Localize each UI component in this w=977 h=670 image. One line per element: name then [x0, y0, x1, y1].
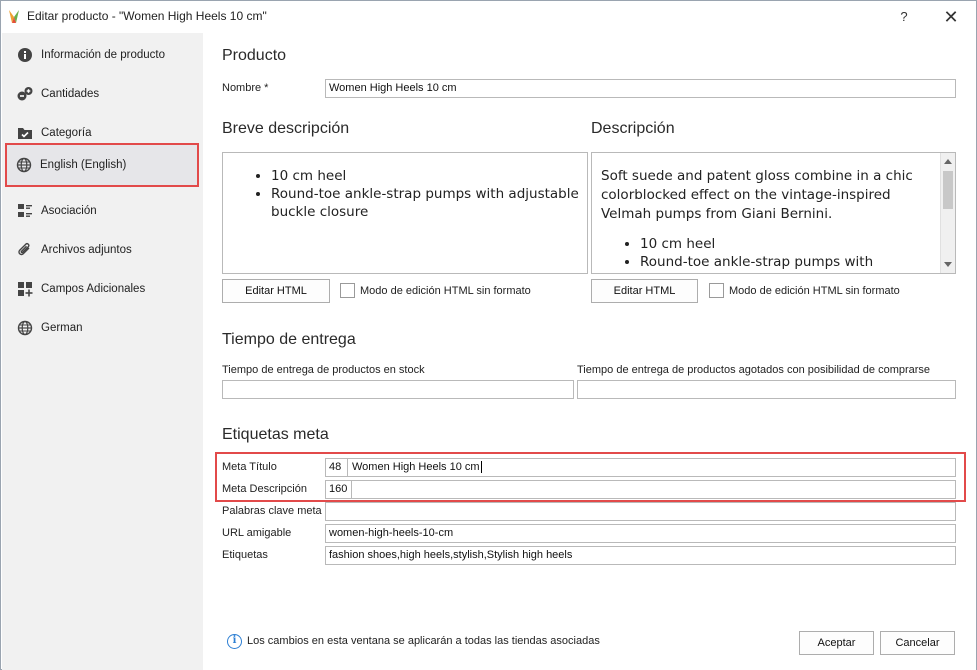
- scroll-up-icon[interactable]: [944, 159, 952, 164]
- desc-edit-html-button[interactable]: Editar HTML: [591, 279, 698, 303]
- url-amigable-input[interactable]: women-high-heels-10-cm: [325, 524, 956, 543]
- url-amigable-label: URL amigable: [222, 527, 292, 539]
- sidebar: Información de producto Cantidades Categ…: [2, 33, 203, 670]
- meta-descripcion-label: Meta Descripción: [222, 483, 307, 495]
- sidebar-item-label: Información de producto: [41, 48, 166, 61]
- short-description-editor[interactable]: 10 cm heel Round-toe ankle-strap pumps w…: [222, 152, 588, 274]
- sidebar-item-label: Archivos adjuntos: [41, 243, 132, 256]
- list-item: Round-toe ankle-strap pumps with adjusta…: [271, 185, 587, 221]
- add-fields-icon: [15, 279, 35, 299]
- scroll-down-icon[interactable]: [944, 262, 952, 267]
- short-raw-html-checkbox[interactable]: [340, 283, 355, 298]
- out-stock-input[interactable]: [577, 380, 956, 399]
- main-content: Producto Nombre * Women High Heels 10 cm…: [203, 33, 976, 670]
- association-icon: [15, 201, 35, 221]
- palabras-clave-input[interactable]: [325, 502, 956, 521]
- meta-descripcion-input[interactable]: [351, 480, 956, 499]
- window-title: Editar producto - "Women High Heels 10 c…: [27, 9, 267, 23]
- sidebar-item-label: Cantidades: [41, 87, 100, 100]
- in-stock-input[interactable]: [222, 380, 574, 399]
- quantities-icon: [15, 84, 35, 104]
- etiquetas-label: Etiquetas: [222, 549, 268, 561]
- sidebar-item-cantidades[interactable]: Cantidades: [6, 73, 198, 114]
- etiquetas-input[interactable]: fashion shoes,high heels,stylish,Stylish…: [325, 546, 956, 565]
- close-button[interactable]: ✕: [936, 5, 966, 29]
- description-paragraph: Soft suede and patent gloss combine in a…: [601, 168, 913, 222]
- sidebar-item-label: Asociación: [41, 204, 97, 217]
- footer-info-text: Los cambios en esta ventana se aplicarán…: [247, 635, 600, 647]
- palabras-clave-label: Palabras clave meta: [222, 505, 322, 517]
- section-title-producto: Producto: [222, 47, 287, 64]
- sidebar-item-label: Campos Adicionales: [41, 282, 146, 295]
- app-logo-icon: [9, 10, 19, 23]
- scroll-thumb[interactable]: [943, 171, 953, 209]
- nombre-label: Nombre *: [222, 82, 269, 94]
- list-item: 10 cm heel: [640, 235, 931, 253]
- sidebar-item-informacion[interactable]: Información de producto: [6, 34, 198, 75]
- meta-titulo-value: Women High Heels 10 cm: [352, 461, 480, 473]
- sidebar-item-label: German: [41, 321, 83, 334]
- sidebar-item-label: English (English): [40, 159, 127, 171]
- description-scrollbar[interactable]: [940, 153, 955, 273]
- section-title-entrega: Tiempo de entrega: [222, 331, 356, 348]
- section-title-descripcion: Descripción: [591, 120, 675, 137]
- globe-icon: [14, 155, 34, 175]
- sidebar-item-campos[interactable]: Campos Adicionales: [6, 268, 198, 309]
- section-title-breve: Breve descripción: [222, 120, 350, 137]
- description-list: 10 cm heel Round-toe ankle-strap pumps w…: [601, 235, 931, 271]
- desc-raw-html-label: Modo de edición HTML sin formato: [729, 285, 900, 297]
- text-caret: [480, 461, 482, 474]
- meta-titulo-label: Meta Título: [222, 461, 277, 473]
- sidebar-item-asociacion[interactable]: Asociación: [6, 190, 198, 231]
- cancel-button[interactable]: Cancelar: [880, 631, 955, 655]
- desc-raw-html-checkbox[interactable]: [709, 283, 724, 298]
- globe-icon: [15, 318, 35, 338]
- description-editor[interactable]: Soft suede and patent gloss combine in a…: [591, 152, 956, 274]
- section-title-meta: Etiquetas meta: [222, 426, 329, 443]
- paperclip-icon: [15, 240, 35, 260]
- in-stock-label: Tiempo de entrega de productos en stock: [222, 364, 425, 376]
- edit-product-window: Editar producto - "Women High Heels 10 c…: [0, 0, 977, 670]
- meta-descripcion-counter: 160: [325, 480, 351, 499]
- sidebar-item-archivos[interactable]: Archivos adjuntos: [6, 229, 198, 270]
- help-button[interactable]: ?: [889, 5, 919, 29]
- meta-titulo-input[interactable]: Women High Heels 10 cm: [347, 458, 956, 477]
- accept-button[interactable]: Aceptar: [799, 631, 874, 655]
- list-item: Round-toe ankle-strap pumps with: [640, 253, 931, 271]
- out-stock-label: Tiempo de entrega de productos agotados …: [577, 364, 931, 376]
- nombre-input[interactable]: Women High Heels 10 cm: [325, 79, 956, 98]
- sidebar-item-german[interactable]: German: [6, 307, 198, 348]
- info-circle-icon: [15, 45, 35, 65]
- list-item: 10 cm heel: [271, 167, 587, 185]
- sidebar-item-label: Categoría: [41, 126, 92, 139]
- sidebar-item-english[interactable]: English (English): [5, 143, 199, 187]
- info-icon: i: [227, 634, 242, 649]
- short-edit-html-button[interactable]: Editar HTML: [222, 279, 330, 303]
- meta-titulo-counter: 48: [325, 458, 347, 477]
- title-bar: Editar producto - "Women High Heels 10 c…: [1, 1, 976, 33]
- short-raw-html-label: Modo de edición HTML sin formato: [360, 285, 531, 297]
- short-description-list: 10 cm heel Round-toe ankle-strap pumps w…: [223, 167, 587, 221]
- folder-check-icon: [15, 123, 35, 143]
